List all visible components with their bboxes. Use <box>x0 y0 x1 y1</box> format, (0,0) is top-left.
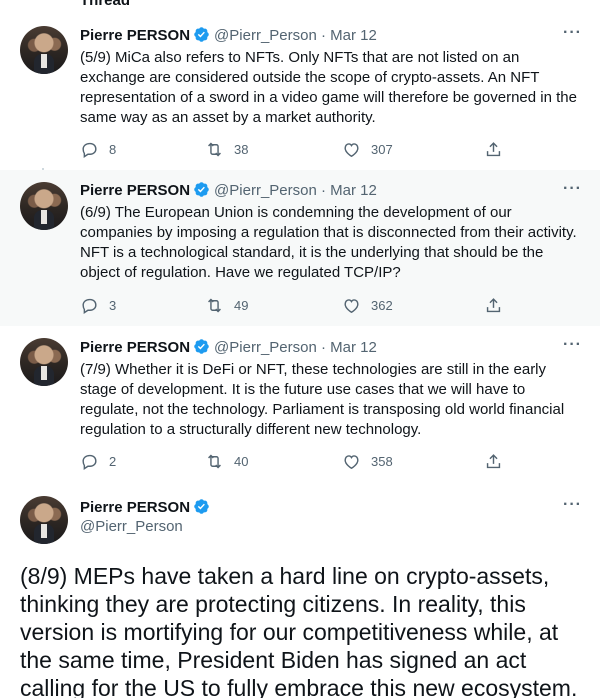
more-options-button[interactable]: ··· <box>563 336 582 354</box>
tweet[interactable]: Pierre PERSON @Pierr_Person · Mar 12 ··· … <box>0 16 600 168</box>
retweet-icon <box>208 454 221 469</box>
separator-dot: · <box>321 27 326 44</box>
tweet-actions: 3 49 362 <box>80 296 520 316</box>
tweet-text: (6/9) The European Union is condemning t… <box>80 204 577 281</box>
avatar[interactable] <box>20 338 68 386</box>
heart-icon <box>344 299 359 314</box>
reply-count: 3 <box>109 298 117 313</box>
tweet-header: Pierre PERSON @Pierr_Person · Mar 12 <box>80 181 377 201</box>
share-button[interactable] <box>484 452 503 471</box>
author-handle[interactable]: @Pierr_Person <box>214 27 317 44</box>
avatar[interactable] <box>20 26 68 74</box>
retweet-count: 49 <box>234 298 249 313</box>
main-tweet[interactable]: Pierre PERSON @Pierr_Person ··· (8/9) ME… <box>0 484 600 698</box>
reply-count: 8 <box>109 142 117 157</box>
verified-badge-icon <box>194 339 209 354</box>
like-button[interactable]: 358 <box>342 452 393 471</box>
reply-icon <box>82 142 97 158</box>
like-count: 362 <box>371 298 393 313</box>
retweet-button[interactable]: 38 <box>205 140 248 159</box>
main-tweet-header: Pierre PERSON <box>80 498 214 518</box>
share-icon <box>486 454 501 469</box>
verified-badge-icon <box>194 182 209 197</box>
author-name[interactable]: Pierre PERSON <box>80 27 190 44</box>
tweet-header: Pierre PERSON @Pierr_Person · Mar 12 <box>80 26 377 46</box>
like-button[interactable]: 307 <box>342 140 393 159</box>
reply-icon <box>82 298 97 314</box>
retweet-count: 38 <box>234 142 249 157</box>
reply-button[interactable]: 2 <box>80 452 116 471</box>
share-button[interactable] <box>484 140 503 159</box>
verified-badge-icon <box>194 499 209 514</box>
author-name[interactable]: Pierre PERSON <box>80 182 190 199</box>
author-name[interactable]: Pierre PERSON <box>80 339 190 356</box>
reply-icon <box>82 454 97 470</box>
more-options-button[interactable]: ··· <box>563 496 582 514</box>
author-handle[interactable]: @Pierr_Person <box>214 182 317 199</box>
tweet-actions: 8 38 307 <box>80 140 520 160</box>
share-icon <box>486 298 501 313</box>
separator-dot: · <box>321 182 326 199</box>
reply-button[interactable]: 8 <box>80 140 116 159</box>
more-options-button[interactable]: ··· <box>563 180 582 198</box>
heart-icon <box>344 455 359 470</box>
author-name[interactable]: Pierre PERSON <box>80 499 190 516</box>
tweet[interactable]: Pierre PERSON @Pierr_Person · Mar 12 ··· … <box>0 170 600 326</box>
retweet-button[interactable]: 49 <box>205 296 248 315</box>
reply-button[interactable]: 3 <box>80 296 116 315</box>
author-handle[interactable]: @Pierr_Person <box>214 339 317 356</box>
tweet-date[interactable]: Mar 12 <box>330 339 377 356</box>
main-tweet-text: (8/9) MEPs have taken a hard line on cry… <box>20 563 578 698</box>
retweet-icon <box>208 298 221 313</box>
verified-badge-icon <box>194 27 209 42</box>
tweet-header: Pierre PERSON @Pierr_Person · Mar 12 <box>80 338 377 358</box>
tweet-date[interactable]: Mar 12 <box>330 27 377 44</box>
avatar[interactable] <box>20 496 68 544</box>
tweet-text: (7/9) Whether it is DeFi or NFT, these t… <box>80 361 565 438</box>
tweet-date[interactable]: Mar 12 <box>330 182 377 199</box>
more-options-button[interactable]: ··· <box>563 24 582 42</box>
separator-dot: · <box>321 339 326 356</box>
tweet[interactable]: Pierre PERSON @Pierr_Person · Mar 12 ··· … <box>0 326 600 484</box>
tweet-text: (5/9) MiCa also refers to NFTs. Only NFT… <box>80 49 577 126</box>
share-icon <box>486 142 501 157</box>
thread-header: Thread <box>80 0 131 9</box>
like-count: 358 <box>371 454 393 469</box>
tweet-actions: 2 40 358 <box>80 452 520 472</box>
avatar[interactable] <box>20 182 68 230</box>
retweet-count: 40 <box>234 454 249 469</box>
heart-icon <box>344 143 359 158</box>
share-button[interactable] <box>484 296 503 315</box>
like-button[interactable]: 362 <box>342 296 393 315</box>
author-handle[interactable]: @Pierr_Person <box>80 518 183 535</box>
reply-count: 2 <box>109 454 117 469</box>
retweet-icon <box>208 142 221 157</box>
like-count: 307 <box>371 142 393 157</box>
retweet-button[interactable]: 40 <box>205 452 248 471</box>
